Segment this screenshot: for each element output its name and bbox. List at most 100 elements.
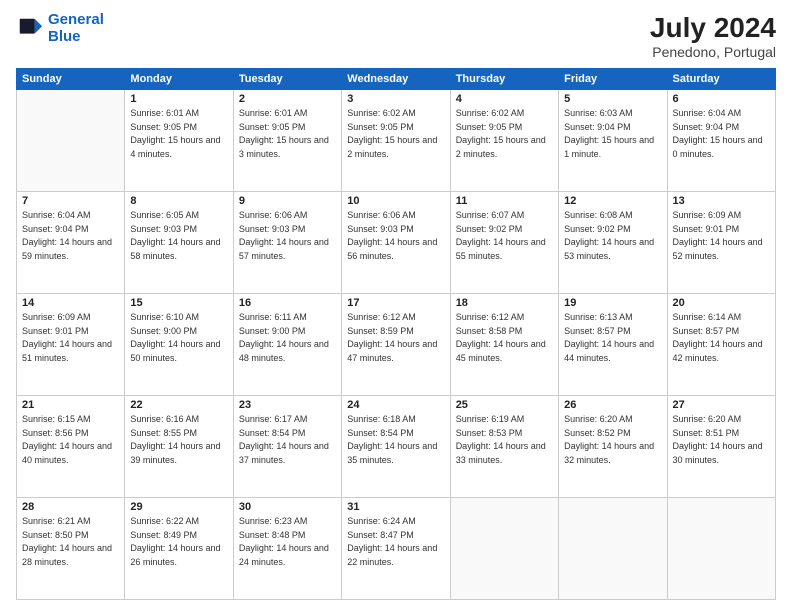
day-number: 21 bbox=[22, 399, 119, 411]
calendar-cell-2-5: 19 Sunrise: 6:13 AMSunset: 8:57 PMDayligh… bbox=[559, 294, 667, 396]
day-info: Sunrise: 6:12 AMSunset: 8:59 PMDaylight:… bbox=[347, 311, 444, 365]
calendar-cell-1-3: 10 Sunrise: 6:06 AMSunset: 9:03 PMDayligh… bbox=[342, 192, 450, 294]
logo-line1: General bbox=[48, 11, 104, 28]
logo-line2: Blue bbox=[48, 28, 81, 45]
header-wednesday: Wednesday bbox=[342, 69, 450, 90]
calendar-cell-2-1: 15 Sunrise: 6:10 AMSunset: 9:00 PMDayligh… bbox=[125, 294, 233, 396]
day-info: Sunrise: 6:06 AMSunset: 9:03 PMDaylight:… bbox=[347, 209, 444, 263]
header: General Blue July 2024 Penedono, Portuga… bbox=[16, 12, 776, 60]
day-number: 20 bbox=[673, 297, 770, 309]
day-number: 10 bbox=[347, 195, 444, 207]
day-number: 17 bbox=[347, 297, 444, 309]
day-number: 2 bbox=[239, 93, 336, 105]
logo: General Blue bbox=[16, 12, 104, 45]
day-number: 14 bbox=[22, 297, 119, 309]
calendar-cell-0-1: 1Sunrise: 6:01 AMSunset: 9:05 PMDaylight… bbox=[125, 90, 233, 192]
calendar-cell-0-3: 3Sunrise: 6:02 AMSunset: 9:05 PMDaylight… bbox=[342, 90, 450, 192]
day-info: Sunrise: 6:12 AMSunset: 8:58 PMDaylight:… bbox=[456, 311, 553, 365]
day-info: Sunrise: 6:17 AMSunset: 8:54 PMDaylight:… bbox=[239, 413, 336, 467]
day-number: 5 bbox=[564, 93, 661, 105]
day-info: Sunrise: 6:07 AMSunset: 9:02 PMDaylight:… bbox=[456, 209, 553, 263]
week-row-1: 1Sunrise: 6:01 AMSunset: 9:05 PMDaylight… bbox=[17, 90, 776, 192]
logo-icon bbox=[16, 15, 44, 43]
calendar-cell-2-4: 18 Sunrise: 6:12 AMSunset: 8:58 PMDayligh… bbox=[450, 294, 558, 396]
day-number: 9 bbox=[239, 195, 336, 207]
calendar-cell-1-6: 13Sunrise: 6:09 AMSunset: 9:01 PMDayligh… bbox=[667, 192, 775, 294]
day-info: Sunrise: 6:10 AMSunset: 9:00 PMDaylight:… bbox=[130, 311, 227, 365]
calendar-cell-3-0: 21 Sunrise: 6:15 AMSunset: 8:56 PMDayligh… bbox=[17, 396, 125, 498]
week-row-4: 21 Sunrise: 6:15 AMSunset: 8:56 PMDayligh… bbox=[17, 396, 776, 498]
header-saturday: Saturday bbox=[667, 69, 775, 90]
calendar-cell-0-4: 4Sunrise: 6:02 AMSunset: 9:05 PMDaylight… bbox=[450, 90, 558, 192]
header-thursday: Thursday bbox=[450, 69, 558, 90]
day-number: 13 bbox=[673, 195, 770, 207]
day-number: 24 bbox=[347, 399, 444, 411]
day-number: 16 bbox=[239, 297, 336, 309]
calendar-cell-4-1: 29 Sunrise: 6:22 AMSunset: 8:49 PMDayligh… bbox=[125, 498, 233, 600]
calendar-cell-4-2: 30Sunrise: 6:23 AMSunset: 8:48 PMDayligh… bbox=[233, 498, 341, 600]
calendar-cell-3-1: 22 Sunrise: 6:16 AMSunset: 8:55 PMDayligh… bbox=[125, 396, 233, 498]
logo-text: General Blue bbox=[48, 12, 104, 45]
calendar-cell-1-5: 12Sunrise: 6:08 AMSunset: 9:02 PMDayligh… bbox=[559, 192, 667, 294]
day-info: Sunrise: 6:18 AMSunset: 8:54 PMDaylight:… bbox=[347, 413, 444, 467]
day-number: 6 bbox=[673, 93, 770, 105]
week-row-2: 7Sunrise: 6:04 AMSunset: 9:04 PMDaylight… bbox=[17, 192, 776, 294]
day-info: Sunrise: 6:23 AMSunset: 8:48 PMDaylight:… bbox=[239, 515, 336, 569]
day-info: Sunrise: 6:15 AMSunset: 8:56 PMDaylight:… bbox=[22, 413, 119, 467]
calendar-cell-3-3: 24 Sunrise: 6:18 AMSunset: 8:54 PMDayligh… bbox=[342, 396, 450, 498]
day-number: 18 bbox=[456, 297, 553, 309]
day-number: 28 bbox=[22, 501, 119, 513]
calendar-cell-3-2: 23 Sunrise: 6:17 AMSunset: 8:54 PMDayligh… bbox=[233, 396, 341, 498]
calendar-cell-2-6: 20Sunrise: 6:14 AMSunset: 8:57 PMDayligh… bbox=[667, 294, 775, 396]
title-block: July 2024 Penedono, Portugal bbox=[650, 12, 776, 60]
calendar-cell-0-0 bbox=[17, 90, 125, 192]
calendar-cell-0-5: 5 Sunrise: 6:03 AMSunset: 9:04 PMDaylight… bbox=[559, 90, 667, 192]
day-info: Sunrise: 6:05 AMSunset: 9:03 PMDaylight:… bbox=[130, 209, 227, 263]
day-number: 29 bbox=[130, 501, 227, 513]
calendar-cell-2-0: 14Sunrise: 6:09 AMSunset: 9:01 PMDayligh… bbox=[17, 294, 125, 396]
calendar-cell-0-2: 2 Sunrise: 6:01 AMSunset: 9:05 PMDaylight… bbox=[233, 90, 341, 192]
day-number: 15 bbox=[130, 297, 227, 309]
calendar-cell-3-5: 26 Sunrise: 6:20 AMSunset: 8:52 PMDayligh… bbox=[559, 396, 667, 498]
day-number: 19 bbox=[564, 297, 661, 309]
day-info: Sunrise: 6:20 AMSunset: 8:52 PMDaylight:… bbox=[564, 413, 661, 467]
day-info: Sunrise: 6:04 AMSunset: 9:04 PMDaylight:… bbox=[22, 209, 119, 263]
day-number: 22 bbox=[130, 399, 227, 411]
calendar-cell-4-0: 28 Sunrise: 6:21 AMSunset: 8:50 PMDayligh… bbox=[17, 498, 125, 600]
day-info: Sunrise: 6:01 AMSunset: 9:05 PMDaylight:… bbox=[239, 107, 336, 161]
day-number: 27 bbox=[673, 399, 770, 411]
day-info: Sunrise: 6:22 AMSunset: 8:49 PMDaylight:… bbox=[130, 515, 227, 569]
calendar-cell-1-1: 8 Sunrise: 6:05 AMSunset: 9:03 PMDaylight… bbox=[125, 192, 233, 294]
calendar-cell-4-4 bbox=[450, 498, 558, 600]
header-sunday: Sunday bbox=[17, 69, 125, 90]
day-number: 3 bbox=[347, 93, 444, 105]
calendar-cell-3-6: 27 Sunrise: 6:20 AMSunset: 8:51 PMDayligh… bbox=[667, 396, 775, 498]
day-info: Sunrise: 6:19 AMSunset: 8:53 PMDaylight:… bbox=[456, 413, 553, 467]
calendar-cell-3-4: 25 Sunrise: 6:19 AMSunset: 8:53 PMDayligh… bbox=[450, 396, 558, 498]
day-number: 11 bbox=[456, 195, 553, 207]
day-info: Sunrise: 6:11 AMSunset: 9:00 PMDaylight:… bbox=[239, 311, 336, 365]
day-info: Sunrise: 6:20 AMSunset: 8:51 PMDaylight:… bbox=[673, 413, 770, 467]
day-info: Sunrise: 6:13 AMSunset: 8:57 PMDaylight:… bbox=[564, 311, 661, 365]
day-info: Sunrise: 6:24 AMSunset: 8:47 PMDaylight:… bbox=[347, 515, 444, 569]
calendar-cell-2-2: 16 Sunrise: 6:11 AMSunset: 9:00 PMDayligh… bbox=[233, 294, 341, 396]
day-number: 31 bbox=[347, 501, 444, 513]
day-info: Sunrise: 6:01 AMSunset: 9:05 PMDaylight:… bbox=[130, 107, 227, 161]
calendar-cell-1-0: 7Sunrise: 6:04 AMSunset: 9:04 PMDaylight… bbox=[17, 192, 125, 294]
day-number: 23 bbox=[239, 399, 336, 411]
calendar-cell-4-6 bbox=[667, 498, 775, 600]
day-number: 26 bbox=[564, 399, 661, 411]
calendar-cell-4-3: 31 Sunrise: 6:24 AMSunset: 8:47 PMDayligh… bbox=[342, 498, 450, 600]
day-number: 25 bbox=[456, 399, 553, 411]
day-info: Sunrise: 6:03 AMSunset: 9:04 PMDaylight:… bbox=[564, 107, 661, 161]
calendar-header-row: Sunday Monday Tuesday Wednesday Thursday… bbox=[17, 69, 776, 90]
page: General Blue July 2024 Penedono, Portuga… bbox=[0, 0, 792, 612]
day-info: Sunrise: 6:16 AMSunset: 8:55 PMDaylight:… bbox=[130, 413, 227, 467]
day-number: 8 bbox=[130, 195, 227, 207]
day-info: Sunrise: 6:06 AMSunset: 9:03 PMDaylight:… bbox=[239, 209, 336, 263]
calendar-table: Sunday Monday Tuesday Wednesday Thursday… bbox=[16, 68, 776, 600]
calendar-cell-1-4: 11 Sunrise: 6:07 AMSunset: 9:02 PMDayligh… bbox=[450, 192, 558, 294]
day-info: Sunrise: 6:08 AMSunset: 9:02 PMDaylight:… bbox=[564, 209, 661, 263]
location: Penedono, Portugal bbox=[650, 44, 776, 60]
day-info: Sunrise: 6:21 AMSunset: 8:50 PMDaylight:… bbox=[22, 515, 119, 569]
